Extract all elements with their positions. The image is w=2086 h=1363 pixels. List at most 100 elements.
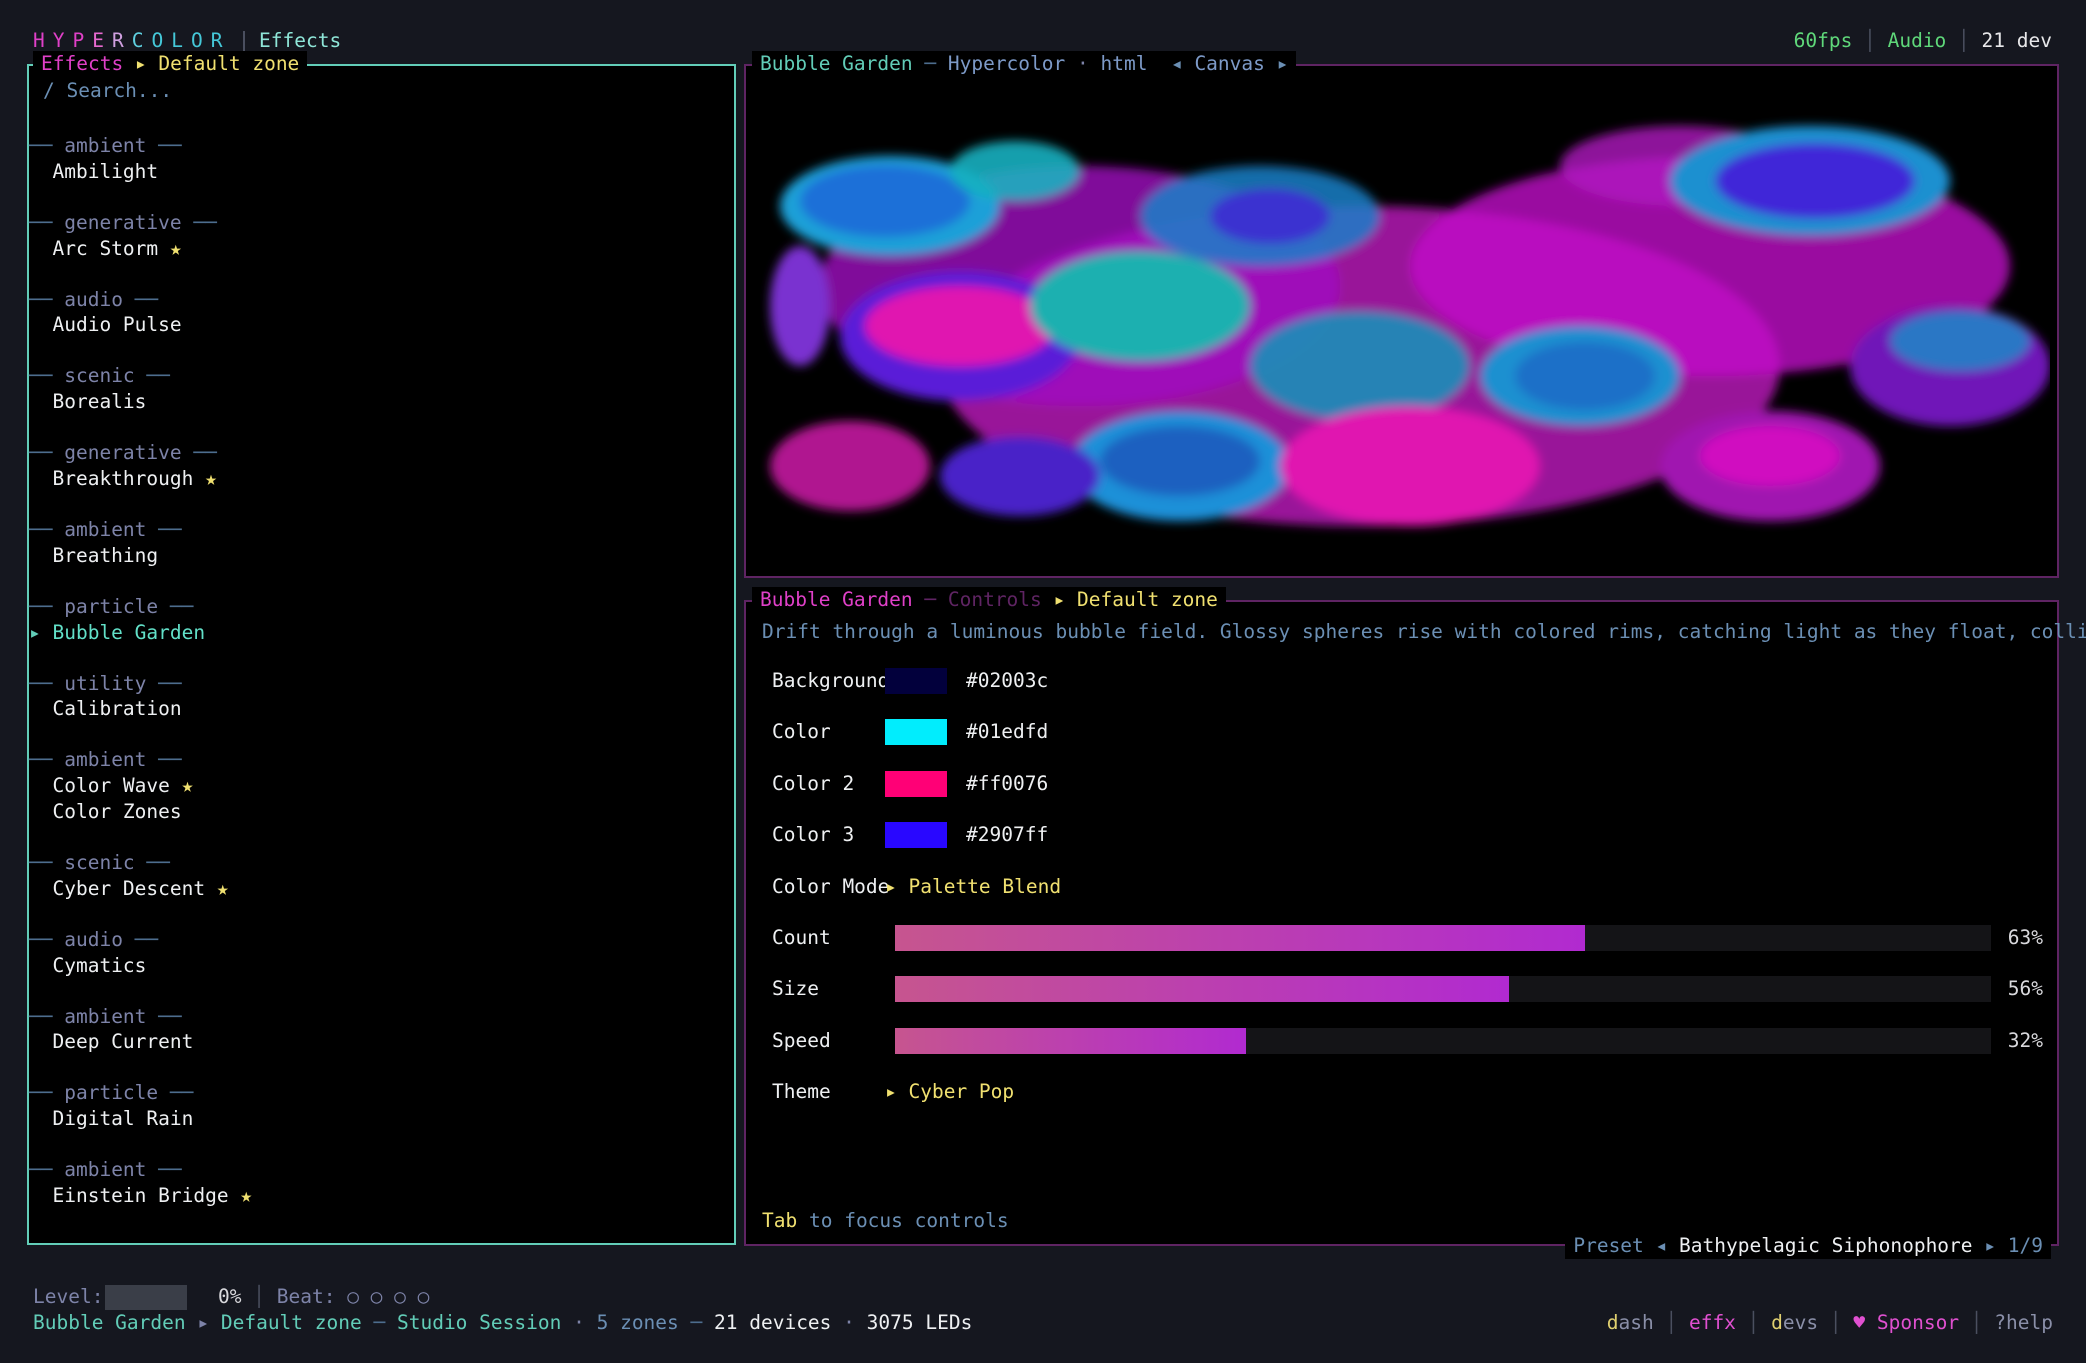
effect-item[interactable]: Color Wave ★ xyxy=(29,773,193,799)
next-mode-arrow[interactable]: ▸ xyxy=(1265,52,1289,75)
favorite-star-icon: ★ xyxy=(158,236,182,260)
color-hex-value[interactable]: #ff0076 xyxy=(966,771,1048,797)
effect-item[interactable]: Breakthrough ★ xyxy=(29,466,217,492)
effect-item[interactable]: Audio Pulse xyxy=(29,312,182,338)
effect-name: Color Zones xyxy=(52,800,182,823)
effect-item[interactable]: Digital Rain xyxy=(29,1106,193,1132)
effect-item[interactable]: Einstein Bridge ★ xyxy=(29,1183,252,1209)
category-header: ── audio ── xyxy=(29,287,159,311)
preset-selector[interactable]: Preset ◂ Bathypelagic Siphonophore ▸ 1/9 xyxy=(1565,1233,2051,1259)
control-label: Theme xyxy=(772,1080,831,1104)
color-hex-value[interactable]: #01edfd xyxy=(966,719,1048,745)
theme-value: Cyber Pop xyxy=(908,1080,1015,1104)
prev-mode-arrow[interactable]: ◂ xyxy=(1171,52,1194,75)
category-header: ── particle ── xyxy=(29,1081,194,1105)
slider-value: 32% xyxy=(2007,1028,2043,1052)
selection-cursor: ▸ xyxy=(29,620,53,644)
control-label: Size xyxy=(772,977,819,1001)
control-label: Color 2 xyxy=(772,771,855,795)
heart-icon: ♥ xyxy=(1853,1311,1877,1334)
effect-item[interactable]: Calibration xyxy=(29,696,181,722)
slider-fill xyxy=(895,1027,1246,1054)
category-header: ── ambient ── xyxy=(29,1158,182,1182)
sponsor-link[interactable]: ♥ Sponsor xyxy=(1853,1311,1959,1334)
effect-name: Breakthrough xyxy=(52,467,194,490)
color-swatch[interactable] xyxy=(885,822,947,849)
effect-name: Digital Rain xyxy=(52,1107,194,1131)
category-header: ── scenic ── xyxy=(29,364,170,388)
nav-devs[interactable]: devs xyxy=(1771,1311,1818,1334)
slider-track[interactable] xyxy=(895,1027,1991,1054)
fps-indicator: 60fps xyxy=(1793,29,1853,52)
category-name: audio xyxy=(64,287,123,311)
nav-menu: dash │ effx │ devs │ ♥ Sponsor │ ?help xyxy=(1606,1311,2053,1334)
effect-description: Drift through a luminous bubble field. G… xyxy=(762,620,2086,643)
slider-track[interactable] xyxy=(895,925,1991,951)
preset-index: 1/9 xyxy=(2007,1234,2043,1257)
beat-label: Beat: xyxy=(276,1285,336,1308)
category-name: audio xyxy=(64,927,123,951)
level-value: 0% xyxy=(218,1285,242,1308)
category-header: ── ambient ── xyxy=(29,134,182,157)
category-header: ── generative ── xyxy=(29,441,217,465)
category-header: ── audio ── xyxy=(29,927,159,951)
preview-panel: Bubble Garden ─ Hypercolor · html ◂ Canv… xyxy=(744,51,2059,578)
effect-item[interactable]: Deep Current xyxy=(29,1029,193,1055)
effect-name: Color Wave xyxy=(52,774,170,798)
color-swatch[interactable] xyxy=(885,719,947,746)
nav-effx[interactable]: effx xyxy=(1689,1311,1736,1334)
category-name: ambient xyxy=(64,1004,147,1028)
slider-value: 63% xyxy=(2007,926,2043,949)
effect-canvas xyxy=(770,126,2050,526)
category-header: ── ambient ── xyxy=(29,1004,182,1028)
effect-name: Breathing xyxy=(52,543,159,567)
effect-item[interactable]: ▸ Bubble Garden xyxy=(29,620,205,646)
favorite-star-icon: ★ xyxy=(205,876,229,900)
effect-item[interactable]: Color Zones xyxy=(29,799,182,825)
effect-name: Audio Pulse xyxy=(52,313,182,337)
top-divider xyxy=(243,31,245,53)
category-name: ambient xyxy=(64,518,147,541)
controls-panel: Bubble Garden ─ Controls ▸ Default zone … xyxy=(744,587,2086,1259)
control-label: Color Mode xyxy=(772,874,890,898)
help-link[interactable]: ?help xyxy=(1994,1311,2053,1334)
category-header: ── ambient ── xyxy=(29,518,182,541)
effect-name: Einstein Bridge xyxy=(52,1184,229,1207)
preset-name: Bathypelagic Siphonophore xyxy=(1679,1234,1973,1257)
color-hex-value[interactable]: #02003c xyxy=(966,668,1048,694)
control-label: Color xyxy=(772,720,831,744)
search-input[interactable]: / Search... xyxy=(43,78,172,104)
effect-item[interactable]: Borealis xyxy=(29,389,146,415)
color-mode-select[interactable]: ▸ Palette Blend xyxy=(885,874,1061,900)
device-count: 21 dev xyxy=(1981,29,2052,52)
slider-track[interactable] xyxy=(895,976,1991,1003)
effect-item[interactable]: Arc Storm ★ xyxy=(29,236,182,262)
level-meter xyxy=(105,1285,187,1310)
color-swatch[interactable] xyxy=(885,770,947,797)
category-name: ambient xyxy=(64,134,147,157)
effect-item[interactable]: Breathing xyxy=(29,543,158,569)
preview-mode[interactable]: Canvas xyxy=(1194,52,1264,75)
beat-dots: ○ ○ ○ ○ xyxy=(347,1285,430,1308)
effect-item[interactable]: Cyber Descent ★ xyxy=(29,876,229,902)
audio-indicator[interactable]: Audio xyxy=(1888,29,1947,52)
favorite-star-icon: ★ xyxy=(228,1184,253,1207)
beat-row: 0% │ Beat: ○ ○ ○ ○ xyxy=(218,1285,430,1308)
control-label: Speed xyxy=(772,1028,831,1052)
color-hex-value[interactable]: #2907ff xyxy=(966,822,1048,848)
nav-dash[interactable]: dash xyxy=(1607,1311,1654,1334)
theme-select[interactable]: ▸ Cyber Pop xyxy=(885,1079,1014,1105)
category-name: ambient xyxy=(64,748,147,772)
color-swatch[interactable] xyxy=(885,668,947,694)
effect-name: Deep Current xyxy=(52,1030,194,1054)
preview-title: Bubble Garden ─ Hypercolor · html ◂ Canv… xyxy=(752,51,1297,77)
slider-fill xyxy=(895,976,1509,1003)
status-breadcrumb: Bubble Garden ▸ Default zone ─ Studio Se… xyxy=(33,1311,973,1334)
effect-item[interactable]: Cymatics xyxy=(29,953,146,979)
category-name: ambient xyxy=(64,1158,147,1182)
effect-item[interactable]: Ambilight xyxy=(29,159,158,185)
category-header: ── particle ── xyxy=(29,594,194,618)
favorite-star-icon: ★ xyxy=(193,467,217,490)
category-header: ── scenic ── xyxy=(29,851,170,874)
controls-title: Bubble Garden ─ Controls ▸ Default zone xyxy=(752,587,1226,613)
